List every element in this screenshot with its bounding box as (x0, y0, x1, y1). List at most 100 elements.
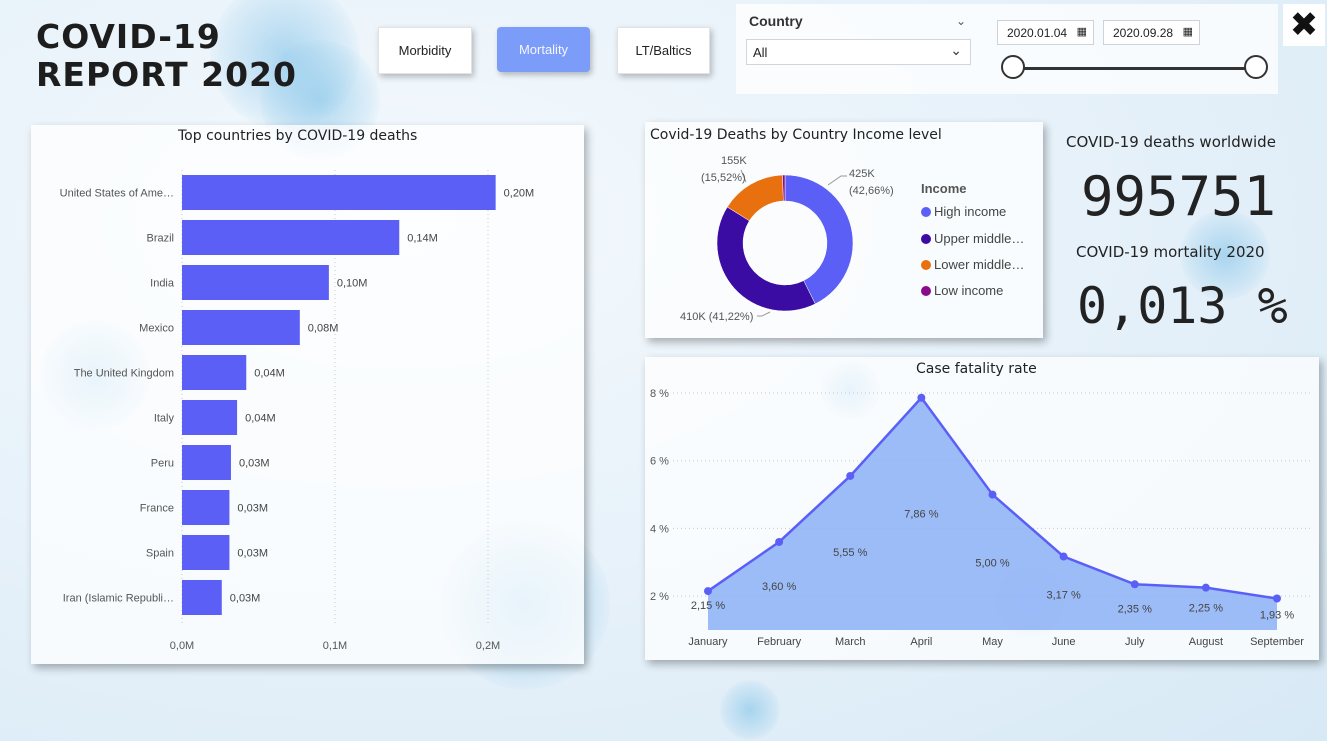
area-chart: 2 % 4 % 6 % 8 % 2,15 % January 3,60 % February 5… (650, 388, 1313, 648)
legend-dot (921, 286, 931, 296)
bar-mark[interactable] (182, 355, 247, 390)
donut-slice[interactable] (716, 206, 816, 312)
area-point[interactable] (1059, 552, 1068, 561)
bar-mark[interactable] (182, 175, 496, 210)
bar-category-label: Iran (Islamic Republi… (63, 593, 174, 605)
donut-leader-line (757, 311, 771, 317)
close-button[interactable]: ✖ (1283, 4, 1325, 46)
bar-mark[interactable] (182, 265, 329, 300)
area-x-tick-label: March (835, 636, 866, 648)
legend-dot (921, 234, 931, 244)
donut-chart: 425K (42,66%) 410K (41,22%) 155K (15,52%) (680, 155, 894, 323)
area-x-tick-label: May (982, 636, 1003, 648)
area-x-tick-label: August (1189, 636, 1223, 648)
chevron-down-icon: ⌄ (950, 42, 962, 58)
donut-leader-line (827, 175, 847, 186)
bar-category-label: Brazil (146, 233, 174, 245)
area-point[interactable] (1201, 583, 1210, 592)
legend-item-upper-middle[interactable]: Upper middle… (921, 231, 1024, 246)
bar-category-label: The United Kingdom (74, 368, 174, 380)
area-value-label: 2,35 % (1118, 603, 1152, 615)
end-date-input[interactable]: 2020.09.28 ▦ (1103, 20, 1200, 45)
bar-category-label: Spain (146, 548, 174, 560)
legend-item-high-income[interactable]: High income (921, 204, 1006, 219)
area-point[interactable] (1130, 580, 1139, 589)
area-value-label: 5,55 % (833, 547, 867, 559)
bar-mark[interactable] (182, 220, 400, 255)
area-x-tick-label: June (1052, 636, 1076, 648)
chevron-down-icon[interactable]: ⌄ (956, 14, 966, 28)
area-point[interactable] (988, 490, 997, 499)
area-value-label: 2,25 % (1189, 603, 1223, 615)
bar-x-tick-label: 0,0M (170, 640, 194, 652)
lt-baltics-button[interactable]: LT/Baltics (617, 27, 710, 74)
bar-x-tick-label: 0,2M (476, 640, 500, 652)
bar-category-label: Peru (151, 458, 174, 470)
legend-dot (921, 207, 931, 217)
area-value-label: 3,60 % (762, 581, 796, 593)
bar-mark[interactable] (182, 310, 300, 345)
start-date-input[interactable]: 2020.01.04 ▦ (997, 20, 1094, 45)
area-value-label: 5,00 % (975, 558, 1009, 570)
donut-value-label: (15,52%) (701, 172, 746, 184)
mortality-2020-value: 0,013 % (1077, 277, 1288, 335)
legend-label: Lower middle… (934, 257, 1025, 272)
bar-chart: 0,0M 0,1M 0,2M United States of Ame… 0,20M Br… (60, 170, 534, 652)
calendar-icon[interactable]: ▦ (1183, 25, 1193, 38)
legend-item-lower-middle[interactable]: Lower middle… (921, 257, 1024, 272)
deaths-worldwide-label: COVID-19 deaths worldwide (1066, 133, 1276, 151)
case-fatality-panel: Case fatality rate 2 % 4 % 6 % 8 % 2,15 % Jan… (645, 357, 1319, 660)
bar-category-label: United States of Ame… (60, 188, 174, 200)
area-point[interactable] (775, 537, 784, 546)
bar-value-label: 0,08M (308, 323, 339, 335)
donut-value-label: 410K (41,22%) (680, 311, 753, 323)
end-date-value: 2020.09.28 (1113, 25, 1174, 40)
bar-value-label: 0,04M (254, 368, 285, 380)
bar-category-label: France (140, 503, 174, 515)
area-y-tick-label: 4 % (650, 523, 669, 535)
bar-mark[interactable] (182, 535, 230, 570)
area-point[interactable] (917, 393, 926, 402)
bar-category-label: Italy (154, 413, 175, 425)
donut-value-label: 425K (849, 168, 875, 180)
legend-label: Upper middle… (934, 231, 1025, 246)
date-range-end-handle[interactable] (1244, 55, 1268, 79)
bar-mark[interactable] (182, 580, 222, 615)
area-point[interactable] (846, 471, 855, 480)
country-filter-label: Country (749, 13, 803, 29)
income-level-panel: Covid-19 Deaths by Country Income level … (645, 122, 1043, 338)
legend-title: Income (921, 181, 967, 196)
area-point[interactable] (1273, 594, 1281, 603)
bar-mark[interactable] (182, 445, 231, 480)
calendar-icon[interactable]: ▦ (1077, 25, 1087, 38)
mortality-button[interactable]: Mortality (497, 27, 590, 72)
country-select[interactable]: All ⌄ (746, 39, 971, 65)
deaths-worldwide-value: 995751 (1081, 165, 1277, 228)
legend-item-low-income[interactable]: Low income (921, 283, 1003, 298)
donut-value-label: (42,66%) (849, 185, 894, 197)
bar-mark[interactable] (182, 400, 238, 435)
area-x-tick-label: July (1125, 636, 1145, 648)
area-x-tick-label: September (1250, 636, 1304, 648)
bar-value-label: 0,03M (237, 503, 268, 515)
morbidity-button[interactable]: Morbidity (378, 27, 472, 74)
bar-category-label: India (150, 278, 175, 290)
bar-mark[interactable] (182, 490, 230, 525)
area-fill (708, 397, 1277, 630)
area-y-tick-label: 8 % (650, 388, 669, 400)
area-x-tick-label: January (688, 636, 728, 648)
bar-value-label: 0,03M (239, 458, 270, 470)
date-range-start-handle[interactable] (1001, 55, 1025, 79)
top-countries-panel: Top countries by COVID-19 deaths 0,0M 0,1… (31, 125, 584, 664)
area-y-tick-label: 2 % (650, 591, 669, 603)
bar-value-label: 0,10M (337, 278, 368, 290)
donut-value-label: 155K (721, 155, 747, 167)
area-point[interactable] (704, 587, 712, 596)
area-y-tick-label: 6 % (650, 456, 669, 468)
legend-dot (921, 260, 931, 270)
area-value-label: 7,86 % (904, 509, 938, 521)
legend-label: Low income (934, 283, 1004, 298)
date-range-slider-track[interactable] (1014, 67, 1257, 70)
close-icon: ✖ (1289, 5, 1319, 45)
mortality-2020-label: COVID-19 mortality 2020 (1076, 243, 1265, 261)
